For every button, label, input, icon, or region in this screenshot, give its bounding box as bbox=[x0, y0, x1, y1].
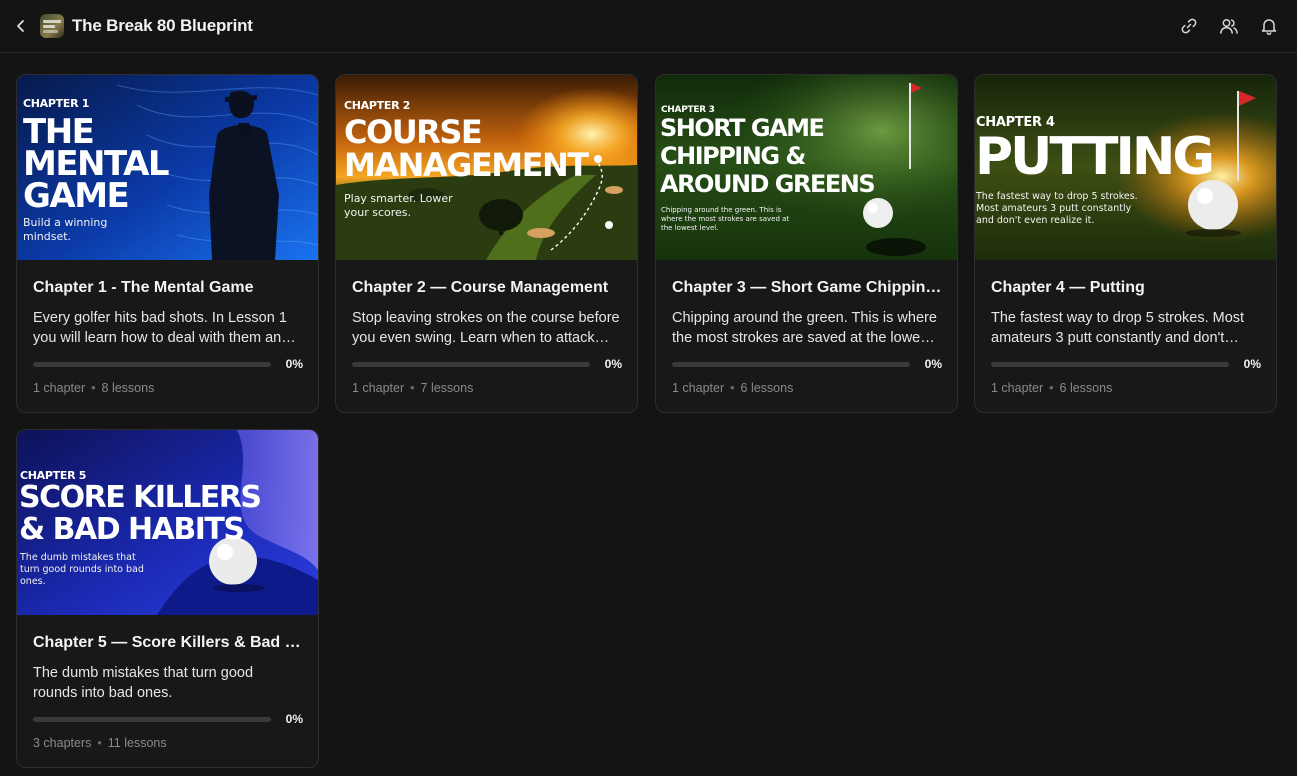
users-icon[interactable] bbox=[1219, 17, 1239, 35]
thumbnail-chapter-label: CHAPTER 1 bbox=[23, 97, 90, 110]
progress-percent: 0% bbox=[285, 357, 303, 371]
lesson-count: 6 lessons bbox=[1059, 381, 1113, 395]
thumbnail-heading-line: SHORT GAME bbox=[660, 114, 825, 142]
progress-bar bbox=[672, 362, 910, 367]
progress-percent: 0% bbox=[924, 357, 942, 371]
thumbnail-heading-line: AROUND GREENS bbox=[660, 170, 876, 198]
thumbnail-heading-line: SCORE KILLERS bbox=[19, 480, 262, 515]
thumbnail-subtitle: The fastest way to drop 5 strokes. Most … bbox=[976, 191, 1138, 226]
thumbnail-subtitle: Chipping around the green. This is where… bbox=[661, 206, 790, 232]
chapter-3-thumbnail: CHAPTER 3 SHORT GAME CHIPPING & AROUND G… bbox=[656, 75, 957, 260]
progress-bar bbox=[33, 717, 271, 722]
course-logo bbox=[40, 14, 64, 38]
course-card-chapter-3[interactable]: CHAPTER 3 SHORT GAME CHIPPING & AROUND G… bbox=[655, 74, 958, 413]
progress-percent: 0% bbox=[285, 712, 303, 726]
top-bar: The Break 80 Blueprint bbox=[0, 0, 1297, 53]
thumbnail-subtitle: Build a winning mindset. bbox=[23, 216, 108, 243]
chapter-count: 1 chapter bbox=[991, 381, 1044, 395]
course-card-description: Chipping around the green. This is where… bbox=[672, 310, 937, 346]
chapter-count: 3 chapters bbox=[33, 736, 92, 750]
course-card-description: Every golfer hits bad shots. In Lesson 1… bbox=[33, 310, 290, 346]
course-card-chapter-4[interactable]: CHAPTER 4 PUTTING The fastest way to dro… bbox=[974, 74, 1277, 413]
thumbnail-subtitle: The dumb mistakes that turn good rounds … bbox=[20, 552, 144, 587]
course-card-title[interactable]: Chapter 2 — Course Management bbox=[352, 279, 622, 297]
course-card-chapter-1[interactable]: CHAPTER 1 THE MENTAL GAME Build a winnin… bbox=[16, 74, 319, 413]
course-card-meta: 1 chapter • 6 lessons bbox=[991, 381, 1113, 395]
lesson-count: 6 lessons bbox=[740, 381, 794, 395]
thumbnail-heading-line: COURSE bbox=[344, 113, 483, 151]
thumbnail-heading-line: CHIPPING & bbox=[660, 142, 806, 170]
course-card-title[interactable]: Chapter 3 — Short Game Chipping & Around… bbox=[672, 279, 942, 297]
lesson-count: 7 lessons bbox=[420, 381, 474, 395]
course-card-meta: 3 chapters • 11 lessons bbox=[33, 736, 167, 750]
course-card-title[interactable]: Chapter 1 - The Mental Game bbox=[33, 279, 303, 297]
course-card-meta: 1 chapter • 7 lessons bbox=[352, 381, 474, 395]
chapter-5-thumbnail: CHAPTER 5 SCORE KILLERS & BAD HABITS The… bbox=[17, 430, 318, 615]
lesson-count: 8 lessons bbox=[101, 381, 155, 395]
page-title: The Break 80 Blueprint bbox=[72, 16, 253, 35]
course-card-chapter-2[interactable]: CHAPTER 2 COURSE MANAGEMENT Play smarter… bbox=[335, 74, 638, 413]
chapter-count: 1 chapter bbox=[33, 381, 86, 395]
course-card-description: Stop leaving strokes on the course befor… bbox=[352, 310, 620, 346]
link-icon[interactable] bbox=[1180, 17, 1198, 35]
course-card-chapter-5[interactable]: CHAPTER 5 SCORE KILLERS & BAD HABITS The… bbox=[16, 429, 319, 768]
thumbnail-heading-line: MANAGEMENT bbox=[344, 146, 589, 184]
course-card-description: The dumb mistakes that turn good rounds … bbox=[33, 665, 254, 701]
progress-bar bbox=[33, 362, 271, 367]
thumbnail-chapter-label: CHAPTER 2 bbox=[344, 99, 411, 112]
chapter-2-thumbnail: CHAPTER 2 COURSE MANAGEMENT Play smarter… bbox=[336, 75, 637, 260]
progress-percent: 0% bbox=[1243, 357, 1261, 371]
lesson-count: 11 lessons bbox=[107, 736, 167, 750]
chapter-4-thumbnail: CHAPTER 4 PUTTING The fastest way to dro… bbox=[975, 75, 1276, 260]
progress-bar bbox=[352, 362, 590, 367]
progress-bar bbox=[991, 362, 1229, 367]
chapter-1-thumbnail: CHAPTER 1 THE MENTAL GAME Build a winnin… bbox=[17, 75, 318, 260]
progress-percent: 0% bbox=[604, 357, 622, 371]
course-card-meta: 1 chapter • 6 lessons bbox=[672, 381, 794, 395]
course-card-title[interactable]: Chapter 5 — Score Killers & Bad Habits bbox=[33, 634, 303, 652]
course-card-meta: 1 chapter • 8 lessons bbox=[33, 381, 155, 395]
bell-icon[interactable] bbox=[1260, 17, 1278, 35]
thumbnail-heading-line: & BAD HABITS bbox=[19, 512, 245, 547]
course-card-title[interactable]: Chapter 4 — Putting bbox=[991, 279, 1261, 297]
chapter-count: 1 chapter bbox=[352, 381, 405, 395]
thumbnail-heading-line: GAME bbox=[23, 176, 130, 216]
chevron-left-icon[interactable] bbox=[13, 17, 29, 35]
course-card-description: The fastest way to drop 5 strokes. Most … bbox=[991, 310, 1245, 346]
thumbnail-subtitle: Play smarter. Lower your scores. bbox=[344, 192, 453, 219]
thumbnail-heading-line: PUTTING bbox=[975, 127, 1215, 187]
chapter-count: 1 chapter bbox=[672, 381, 725, 395]
